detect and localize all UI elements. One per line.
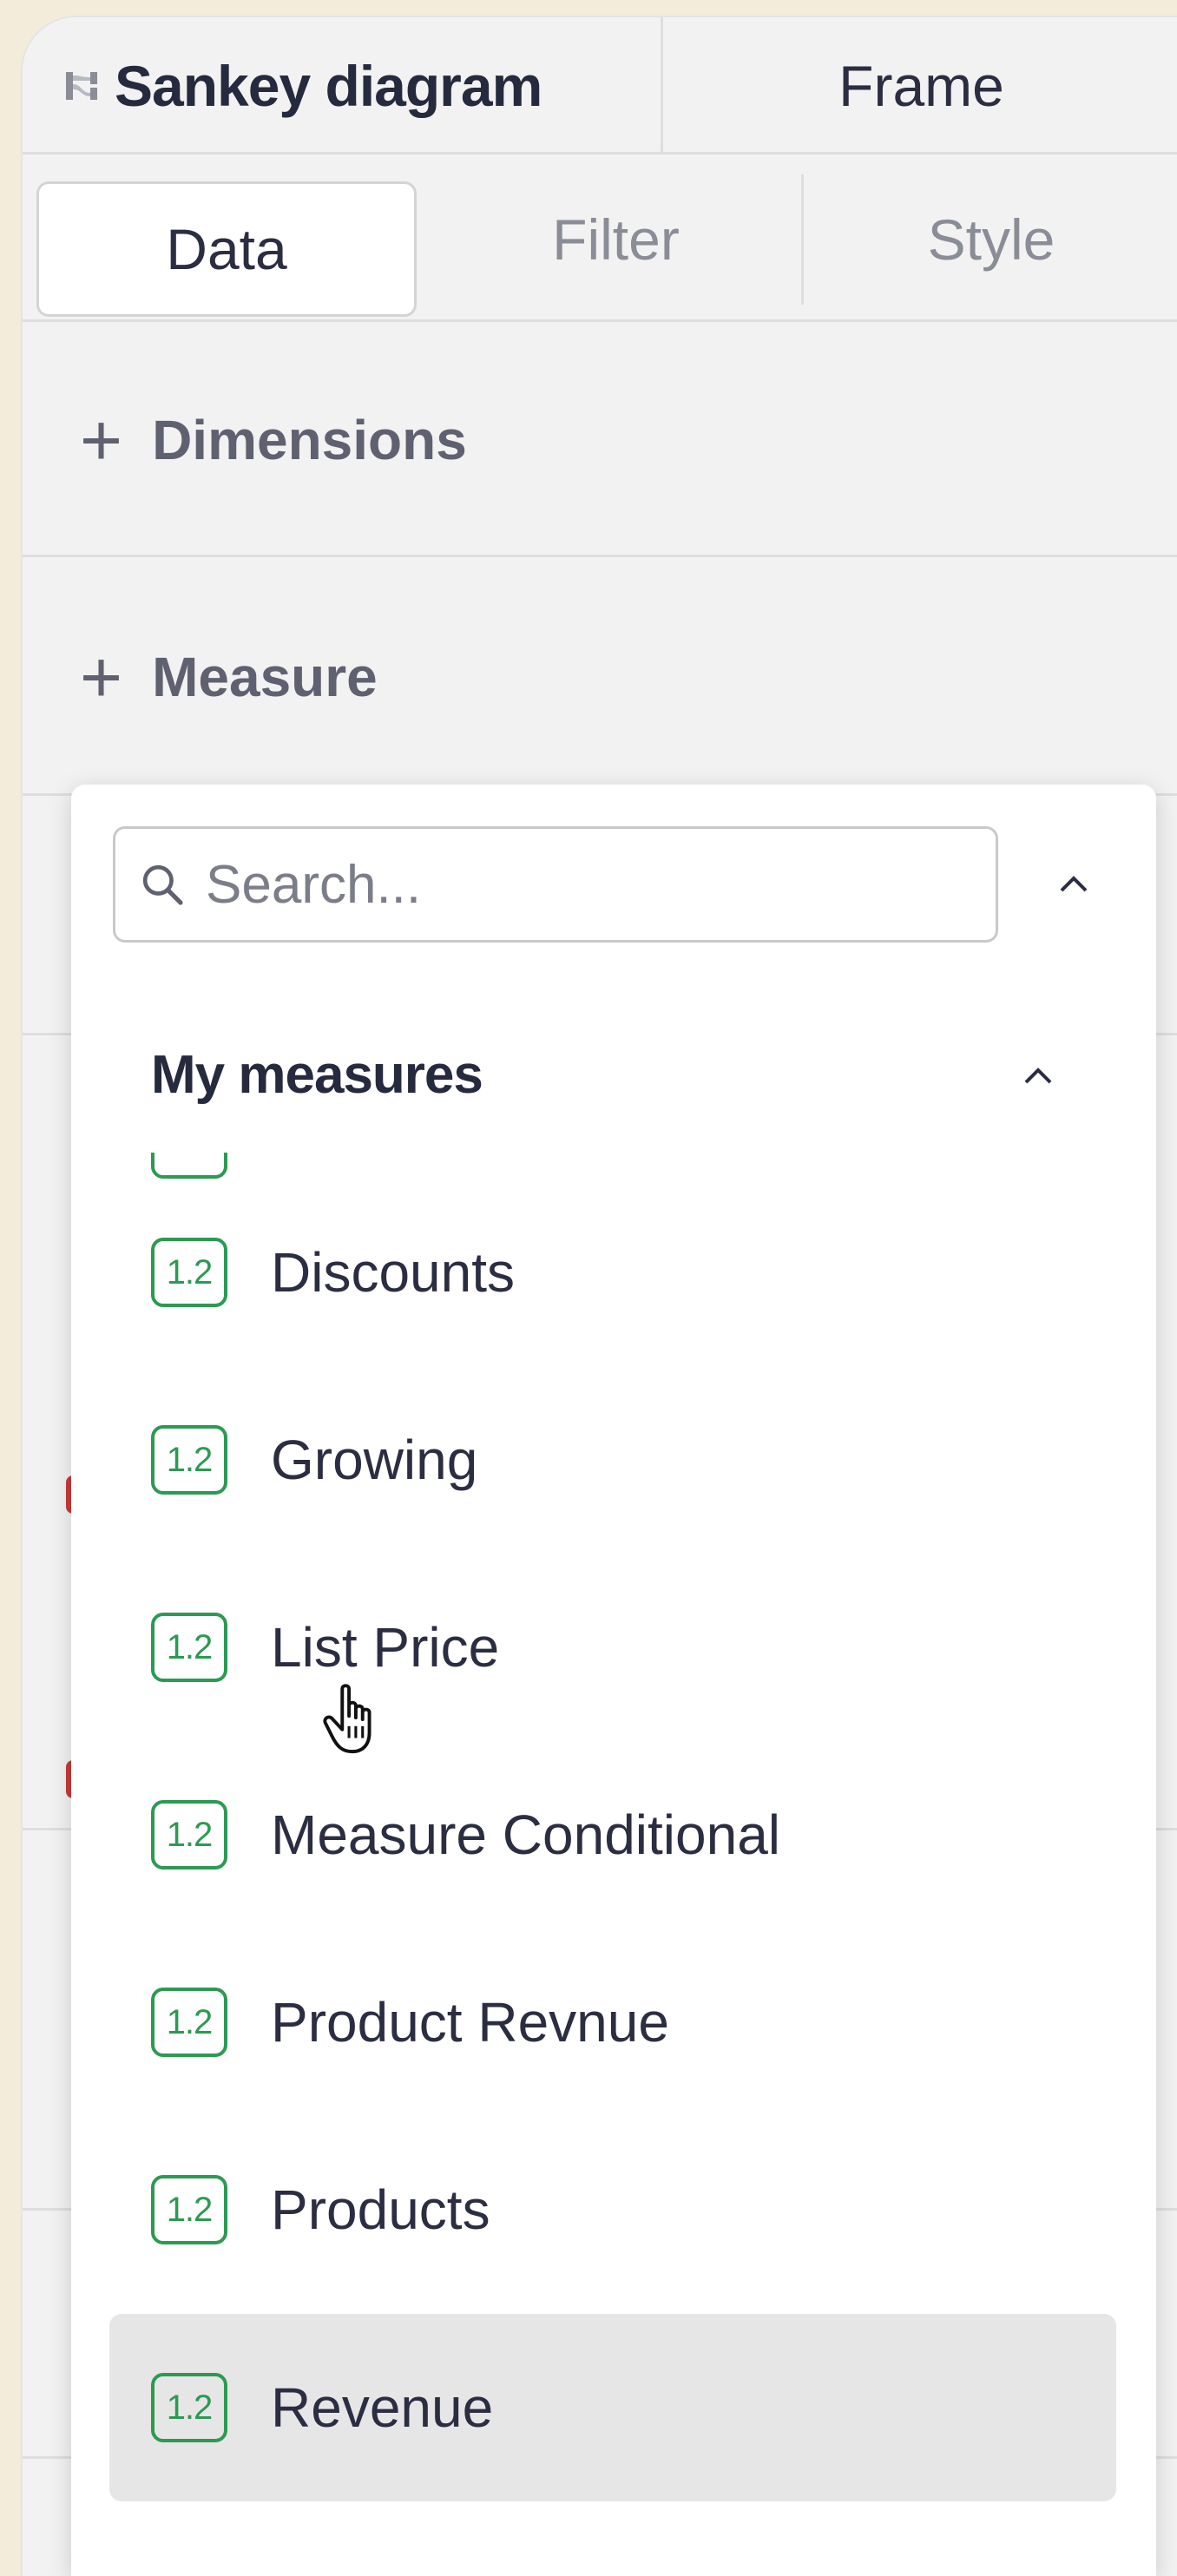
subtab-bar: Data Filter Style xyxy=(23,157,1177,322)
list-item-label: Measure Conditional xyxy=(271,1804,780,1866)
numeric-measure-icon: 1.2 xyxy=(151,1425,227,1495)
list-item-product-revnue[interactable]: 1.2 Product Revnue xyxy=(109,1939,1116,2106)
collapse-dropdown-button[interactable] xyxy=(1035,845,1113,923)
numeric-measure-icon: 1.2 xyxy=(151,1800,227,1870)
list-item-measure-conditional[interactable]: 1.2 Measure Conditional xyxy=(109,1751,1116,1918)
measure-type-icon xyxy=(151,1153,227,1179)
list-item-discounts[interactable]: 1.2 Discounts xyxy=(109,1189,1116,1356)
panel-header: Sankey diagram Frame xyxy=(23,17,1177,154)
measure-label: Measure xyxy=(152,645,378,708)
list-item-label: Product Revnue xyxy=(271,1991,669,2054)
numeric-measure-icon: 1.2 xyxy=(151,2175,227,2244)
list-item-label: Discounts xyxy=(271,1241,515,1304)
search-icon xyxy=(142,864,183,905)
numeric-measure-icon: 1.2 xyxy=(151,2373,227,2442)
numeric-measure-icon: 1.2 xyxy=(151,1613,227,1682)
chart-type-tab[interactable]: Sankey diagram xyxy=(23,17,663,154)
chart-type-label: Sankey diagram xyxy=(115,54,542,118)
numeric-measure-icon: 1.2 xyxy=(151,1988,227,2057)
search-field[interactable] xyxy=(113,826,998,943)
list-item-revenue[interactable]: 1.2 Revenue xyxy=(109,2314,1116,2501)
sankey-icon xyxy=(66,72,97,100)
numeric-measure-icon: 1.2 xyxy=(151,1238,227,1307)
list-item-label: List Price xyxy=(271,1616,500,1679)
hand-pointer-icon xyxy=(323,1684,372,1754)
list-item-products[interactable]: 1.2 Products xyxy=(109,2126,1116,2293)
add-measure-section[interactable]: + Measure xyxy=(23,560,1177,796)
partial-list-item xyxy=(271,1153,1017,1161)
add-dimensions-section[interactable]: + Dimensions xyxy=(23,325,1177,557)
frame-tab[interactable]: Frame xyxy=(666,17,1177,154)
plus-icon: + xyxy=(80,398,123,481)
tab-data[interactable]: Data xyxy=(36,181,417,317)
search-input[interactable] xyxy=(206,853,970,916)
list-item-label: Revenue xyxy=(271,2376,494,2439)
chevron-up-icon xyxy=(1060,876,1088,892)
tab-filter[interactable]: Filter xyxy=(431,174,804,305)
chevron-up-icon[interactable] xyxy=(1010,1048,1066,1104)
list-item-label: Products xyxy=(271,2178,490,2241)
tab-style[interactable]: Style xyxy=(804,157,1177,322)
measure-list[interactable]: 1.2 Discounts 1.2 Growing 1.2 List Price… xyxy=(71,1153,1156,2576)
plus-icon: + xyxy=(80,635,123,718)
list-item-label: Growing xyxy=(271,1429,478,1491)
group-label: My measures xyxy=(151,1044,483,1105)
list-item-growing[interactable]: 1.2 Growing xyxy=(109,1377,1116,1543)
dimensions-label: Dimensions xyxy=(152,408,467,471)
measure-picker-dropdown: My measures 1.2 Discounts 1.2 Growing 1.… xyxy=(71,785,1156,2576)
my-measures-group-header[interactable]: My measures xyxy=(151,1031,1115,1118)
list-item-list-price[interactable]: 1.2 List Price xyxy=(109,1564,1116,1731)
